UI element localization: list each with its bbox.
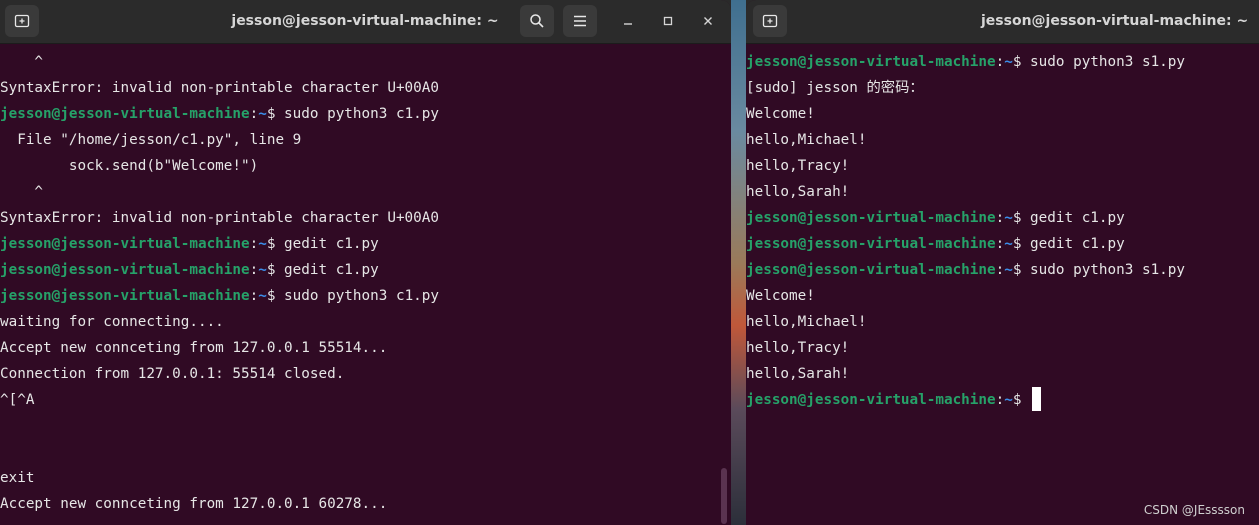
prompt-path: ~ xyxy=(258,288,267,304)
output-line: hello,Tracy! xyxy=(746,158,850,174)
prompt-user-host: jesson@jesson-virtual-machine xyxy=(746,236,996,252)
prompt-user-host: jesson@jesson-virtual-machine xyxy=(746,210,996,226)
prompt-line: jesson@jesson-virtual-machine:~$ gedit c… xyxy=(0,262,379,278)
prompt-line: jesson@jesson-virtual-machine:~$ gedit c… xyxy=(746,236,1125,252)
prompt-path: ~ xyxy=(258,236,267,252)
output-line: Accept new connceting from 127.0.0.1 555… xyxy=(0,340,388,356)
terminal-window-left[interactable]: jesson@jesson-virtual-machine: ~ ^ Syntax… xyxy=(0,0,731,525)
window-title: jesson@jesson-virtual-machine: ~ xyxy=(981,13,1249,29)
terminal-output[interactable]: ^ SyntaxError: invalid non-printable char… xyxy=(0,44,731,525)
watermark: CSDN @JEsssson xyxy=(1143,503,1245,517)
text-cursor xyxy=(1032,387,1042,411)
command-text: $ sudo python3 s1.py xyxy=(1012,262,1185,278)
hamburger-menu-icon[interactable] xyxy=(563,5,597,37)
prompt-user-host: jesson@jesson-virtual-machine xyxy=(0,288,250,304)
command-text: $ sudo python3 c1.py xyxy=(266,288,439,304)
output-line: [sudo] jesson 的密码： xyxy=(746,80,924,96)
output-line: hello,Michael! xyxy=(746,314,867,330)
command-text: $ gedit c1.py xyxy=(1012,236,1125,252)
window-title: jesson@jesson-virtual-machine: ~ xyxy=(231,13,499,29)
command-text: $ gedit c1.py xyxy=(266,236,379,252)
output-line: Welcome! xyxy=(746,288,815,304)
prompt-path: ~ xyxy=(1004,392,1013,408)
output-line: Connection from 127.0.0.1: 55514 closed. xyxy=(0,366,345,382)
prompt-line: jesson@jesson-virtual-machine:~$ xyxy=(746,387,1042,413)
prompt-user-host: jesson@jesson-virtual-machine xyxy=(746,262,996,278)
prompt-user-host: jesson@jesson-virtual-machine xyxy=(746,392,996,408)
output-line: ^[^A xyxy=(0,392,35,408)
prompt-user-host: jesson@jesson-virtual-machine xyxy=(746,54,996,70)
terminal-output[interactable]: jesson@jesson-virtual-machine:~$ sudo py… xyxy=(746,44,1259,525)
prompt-path: ~ xyxy=(258,262,267,278)
maximize-icon[interactable] xyxy=(657,10,679,32)
command-text: $ sudo python3 c1.py xyxy=(266,106,439,122)
prompt-line: jesson@jesson-virtual-machine:~$ sudo py… xyxy=(746,262,1185,278)
prompt-line: jesson@jesson-virtual-machine:~$ sudo py… xyxy=(0,288,439,304)
new-tab-icon[interactable] xyxy=(5,5,39,37)
new-tab-icon[interactable] xyxy=(753,5,787,37)
command-text: $ gedit c1.py xyxy=(1012,210,1125,226)
output-line: ^ xyxy=(0,54,44,70)
output-line: Welcome! xyxy=(746,106,815,122)
output-line: ^ xyxy=(0,184,44,200)
output-line: hello,Sarah! xyxy=(746,184,850,200)
output-line: hello,Sarah! xyxy=(746,366,850,382)
output-line: waiting for connecting.... xyxy=(0,314,224,330)
prompt-path: ~ xyxy=(258,106,267,122)
scrollbar[interactable] xyxy=(721,468,727,524)
output-line: exit xyxy=(0,470,35,486)
output-line: hello,Michael! xyxy=(746,132,867,148)
prompt-path: ~ xyxy=(1004,236,1013,252)
prompt-path: ~ xyxy=(1004,262,1013,278)
prompt-line: jesson@jesson-virtual-machine:~$ gedit c… xyxy=(746,210,1125,226)
command-text: $ gedit c1.py xyxy=(266,262,379,278)
search-icon[interactable] xyxy=(520,5,554,37)
desktop-wallpaper-strip xyxy=(731,0,746,525)
prompt-line: jesson@jesson-virtual-machine:~$ gedit c… xyxy=(0,236,379,252)
output-line: SyntaxError: invalid non-printable chara… xyxy=(0,210,439,226)
minimize-icon[interactable] xyxy=(617,10,639,32)
prompt-path: ~ xyxy=(1004,210,1013,226)
titlebar: jesson@jesson-virtual-machine: ~ xyxy=(746,0,1259,44)
titlebar: jesson@jesson-virtual-machine: ~ xyxy=(0,0,731,44)
terminal-window-right[interactable]: jesson@jesson-virtual-machine: ~ jesson@… xyxy=(746,0,1259,525)
prompt-user-host: jesson@jesson-virtual-machine xyxy=(0,106,250,122)
prompt-user-host: jesson@jesson-virtual-machine xyxy=(0,262,250,278)
output-line: File "/home/jesson/c1.py", line 9 xyxy=(0,132,302,148)
command-text: $ xyxy=(1012,392,1031,408)
output-line: sock.send(b"Welcome!") xyxy=(0,158,259,174)
prompt-user-host: jesson@jesson-virtual-machine xyxy=(0,236,250,252)
prompt-line: jesson@jesson-virtual-machine:~$ sudo py… xyxy=(0,106,439,122)
prompt-path: ~ xyxy=(1004,54,1013,70)
command-text: $ sudo python3 s1.py xyxy=(1012,54,1185,70)
output-line: Accept new connceting from 127.0.0.1 602… xyxy=(0,496,388,512)
close-icon[interactable] xyxy=(697,10,719,32)
output-line: SyntaxError: invalid non-printable chara… xyxy=(0,80,439,96)
prompt-line: jesson@jesson-virtual-machine:~$ sudo py… xyxy=(746,54,1185,70)
output-line: hello,Tracy! xyxy=(746,340,850,356)
